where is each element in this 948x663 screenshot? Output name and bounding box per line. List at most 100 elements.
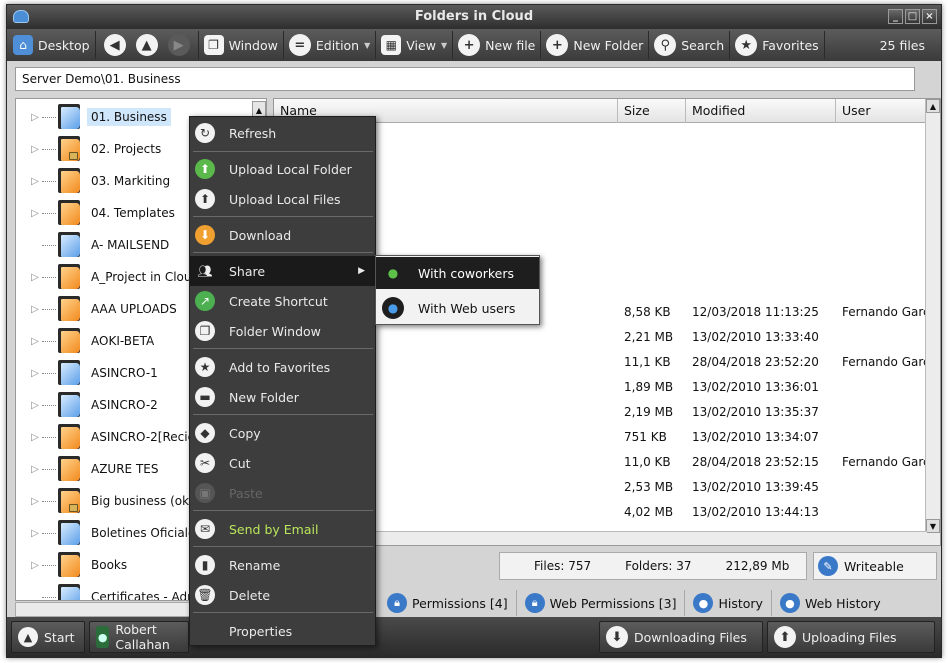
start-button[interactable]: ▲ Start (11, 621, 85, 653)
tab-permissions[interactable]: 🔒︎ Permissions [4] (379, 590, 517, 616)
tree-item[interactable]: ▷ 01. Business (16, 101, 171, 133)
upload-icon: ⬆ (774, 626, 796, 648)
expand-arrow-icon[interactable]: ▷ (28, 112, 42, 123)
new-file-button[interactable]: + New file (453, 31, 542, 59)
folder-icon: ▬ (195, 387, 215, 407)
main-window: Folders in Cloud _ □ × ⌂ Desktop ◀ ▲ ▶ ❐… (6, 4, 942, 658)
user-name: Robert Callahan (115, 622, 170, 652)
menu-folder-window[interactable]: ❐ Folder Window (190, 316, 375, 346)
menu-refresh[interactable]: ↻ Refresh (190, 118, 375, 148)
view-button[interactable]: ▦ View ▼ (376, 31, 454, 59)
tree-connector (42, 404, 56, 406)
new-folder-button[interactable]: + New Folder (541, 31, 650, 59)
tree-item[interactable]: A- MAILSEND (16, 229, 173, 261)
downloading-files-button[interactable]: ⬇ Downloading Files (599, 621, 763, 653)
tree-item[interactable]: ▷ 03. Markiting (16, 165, 174, 197)
desktop-button[interactable]: ⌂ Desktop (7, 31, 96, 59)
menu-rename[interactable]: ▮ Rename (190, 550, 375, 580)
folder-icon (58, 328, 80, 354)
tab-web-history[interactable]: ● Web History (772, 590, 889, 616)
menu-upload-folder[interactable]: ⬆ Upload Local Folder (190, 154, 375, 184)
menu-paste[interactable]: ▣ Paste (190, 478, 375, 508)
web-user-icon: ● (382, 297, 404, 319)
tree-item[interactable]: ▷ ASINCRO-2 (16, 389, 162, 421)
tree-item[interactable]: ▷ Big business (ok) (16, 485, 198, 517)
tab-web-permissions[interactable]: 🔒︎ Web Permissions [3] (517, 590, 686, 616)
tree-item[interactable]: ▷ 02. Projects (16, 133, 165, 165)
tree-item[interactable]: ▷ AZURE TES (16, 453, 162, 485)
folder-icon (58, 232, 80, 258)
scissors-icon: ✂ (195, 453, 215, 473)
expand-arrow-icon[interactable]: ▷ (28, 176, 42, 187)
expand-arrow-icon[interactable]: ▷ (28, 304, 42, 315)
expand-arrow-icon[interactable]: ▷ (28, 464, 42, 475)
chevron-down-icon: ▼ (440, 40, 448, 50)
up-icon[interactable]: ▲ (135, 34, 158, 56)
path-field[interactable]: Server Demo\01. Business (15, 67, 915, 91)
tree-connector (42, 564, 56, 566)
close-button[interactable]: × (922, 9, 937, 24)
scroll-up-icon[interactable]: ▲ (926, 99, 940, 113)
menu-cut[interactable]: ✂ Cut (190, 448, 375, 478)
share-with-web-users[interactable]: ● With Web users (376, 292, 539, 324)
menu-delete[interactable]: 🗑︎ Delete (190, 580, 375, 610)
expand-arrow-icon[interactable]: ▷ (28, 144, 42, 155)
menu-add-favorites[interactable]: ★ Add to Favorites (190, 352, 375, 382)
tree-item[interactable]: ▷ AAA UPLOADS (16, 293, 181, 325)
window-title: Folders in Cloud (414, 9, 534, 24)
chevron-right-icon: ▶ (358, 266, 365, 276)
uploading-label: Uploading Files (802, 629, 897, 645)
expand-arrow-icon[interactable]: ▷ (28, 208, 42, 219)
uploading-files-button[interactable]: ⬆ Uploading Files (767, 621, 935, 653)
expand-arrow-icon[interactable]: ▷ (28, 400, 42, 411)
user-button[interactable]: ● Robert Callahan (89, 621, 189, 653)
writeable-badge[interactable]: ✎ Writeable (813, 552, 937, 580)
share-with-coworkers[interactable]: ● With coworkers (376, 257, 539, 289)
download-icon: ⬇ (606, 626, 628, 648)
back-icon[interactable]: ◀ (103, 34, 126, 56)
expand-arrow-icon[interactable]: ▷ (28, 496, 42, 507)
tree-item[interactable]: ▷ 04. Templates (16, 197, 179, 229)
search-button[interactable]: ⚲ Search (649, 31, 731, 59)
menu-share[interactable]: 👥︎ Share ▶ (190, 256, 375, 286)
maximize-button[interactable]: □ (905, 9, 920, 24)
folder-icon (58, 392, 80, 418)
cell-modified: 13/02/2010 13:34:07 (692, 430, 819, 444)
expand-arrow-icon[interactable]: ▷ (28, 560, 42, 571)
menu-properties[interactable]: Properties (190, 616, 375, 646)
column-user[interactable]: User (836, 99, 928, 123)
folders-count: Folders: 37 (625, 559, 692, 573)
window-button[interactable]: ❐ Window (199, 31, 284, 59)
tree-item[interactable]: ▷ Books (16, 549, 131, 581)
menu-copy[interactable]: ◆ Copy (190, 418, 375, 448)
favorites-button[interactable]: ★ Favorites (730, 31, 825, 59)
tree-item[interactable]: ▷ Boletines Oficiales (16, 517, 206, 549)
minimize-button[interactable]: _ (888, 9, 903, 24)
bookmark-icon: ▮ (195, 555, 215, 575)
expand-arrow-icon[interactable]: ▷ (28, 272, 42, 283)
menu-create-shortcut[interactable]: ↗ Create Shortcut (190, 286, 375, 316)
tree-item[interactable]: ▷ ASINCRO-1 (16, 357, 162, 389)
folder-icon (58, 264, 80, 290)
forward-icon[interactable]: ▶ (167, 34, 190, 56)
nav-group: ◀ ▲ ▶ (96, 31, 199, 59)
tree-item[interactable]: ▷ AOKI-BETA (16, 325, 158, 357)
edition-button[interactable]: = Edition ▼ (284, 31, 377, 59)
expand-arrow-icon[interactable]: ▷ (28, 368, 42, 379)
menu-download[interactable]: ⬇ Download (190, 220, 375, 250)
menu-new-folder[interactable]: ▬ New Folder (190, 382, 375, 412)
scroll-down-icon[interactable]: ▼ (926, 519, 940, 533)
tab-history[interactable]: ● History (685, 590, 772, 616)
expand-arrow-icon[interactable]: ▷ (28, 432, 42, 443)
menu-send-email[interactable]: ✉ Send by Email (190, 514, 375, 544)
file-list-scrollbar[interactable]: ▲ ▼ (925, 99, 940, 545)
expand-arrow-icon[interactable]: ▷ (28, 336, 42, 347)
tree-item[interactable]: ▷ A_Project in Cloud (16, 261, 203, 293)
expand-arrow-icon[interactable]: ▷ (28, 528, 42, 539)
tab-permissions-label: Permissions [4] (412, 595, 508, 611)
shortcut-icon: ↗ (195, 291, 215, 311)
cell-modified: 12/03/2018 11:13:25 (692, 305, 819, 319)
column-size[interactable]: Size (618, 99, 686, 123)
column-modified[interactable]: Modified (686, 99, 836, 123)
menu-upload-files[interactable]: ⬆ Upload Local Files (190, 184, 375, 214)
